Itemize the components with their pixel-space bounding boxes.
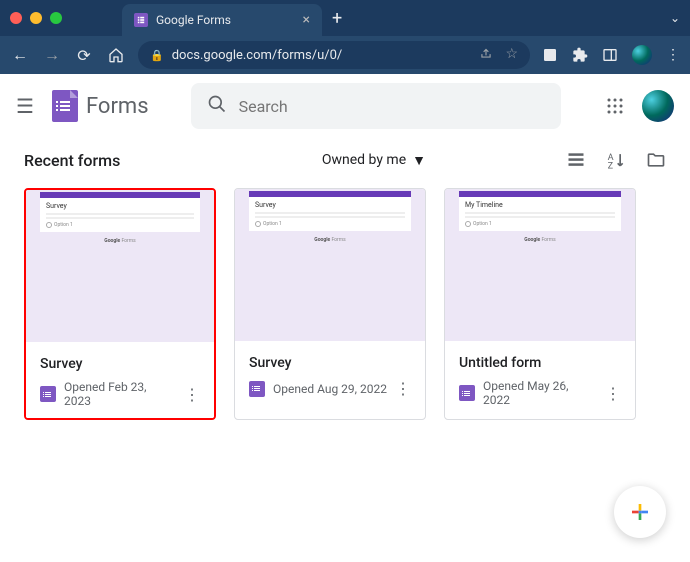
url-text: docs.google.com/forms/u/0/	[172, 48, 472, 63]
thumb-option: Option 1	[465, 221, 615, 227]
card-footer: Survey Opened Aug 29, 2022 ⋮	[235, 341, 425, 408]
window-controls	[10, 12, 62, 24]
section-header: Recent forms Owned by me ▼ AZ	[24, 150, 666, 170]
form-title: Untitled form	[459, 355, 621, 371]
search-box[interactable]	[191, 83, 561, 129]
thumb-title: Survey	[46, 202, 194, 210]
filter-label: Owned by me	[322, 152, 406, 168]
browser-menu-icon[interactable]: ⋮	[666, 47, 680, 63]
form-thumbnail: Survey Option 1 Google Forms	[26, 190, 214, 342]
new-tab-button[interactable]: +	[332, 8, 342, 29]
account-avatar[interactable]	[642, 90, 674, 122]
maximize-window-button[interactable]	[50, 12, 62, 24]
browser-toolbar: ← → ⟳ 🔒 docs.google.com/forms/u/0/ ☆ ⋮	[0, 36, 690, 74]
thumb-footer: Google Forms	[445, 237, 635, 243]
form-thumbnail: Survey Option 1 Google Forms	[235, 189, 425, 341]
view-controls: AZ	[566, 150, 666, 170]
form-card[interactable]: Survey Option 1 Google Forms Survey Open…	[24, 188, 216, 420]
forms-file-icon	[249, 381, 265, 397]
tab-title: Google Forms	[156, 13, 295, 27]
forward-button[interactable]: →	[42, 45, 62, 65]
close-window-button[interactable]	[10, 12, 22, 24]
google-apps-icon[interactable]	[606, 97, 624, 115]
extension-1-icon[interactable]	[542, 47, 558, 63]
card-footer: Untitled form Opened May 26, 2022 ⋮	[445, 341, 635, 417]
form-opened-date: Opened May 26, 2022	[483, 379, 597, 407]
content-area: Recent forms Owned by me ▼ AZ Survey Opt…	[0, 138, 690, 432]
card-footer: Survey Opened Feb 23, 2023 ⋮	[26, 342, 214, 418]
thumb-title: My Timeline	[465, 201, 615, 209]
main-menu-button[interactable]: ☰	[16, 94, 40, 118]
app-name: Forms	[86, 94, 149, 119]
bookmark-icon[interactable]: ☆	[505, 46, 518, 64]
address-bar[interactable]: 🔒 docs.google.com/forms/u/0/ ☆	[138, 41, 530, 69]
form-more-options-button[interactable]: ⋮	[395, 379, 411, 398]
browser-tab-strip: Google Forms × + ⌄	[0, 0, 690, 36]
form-title: Survey	[249, 355, 411, 371]
form-more-options-button[interactable]: ⋮	[605, 384, 621, 403]
thumb-option: Option 1	[255, 221, 405, 227]
browser-tab[interactable]: Google Forms ×	[122, 4, 322, 36]
app-header: ☰ Forms	[0, 74, 690, 138]
sort-button[interactable]: AZ	[606, 150, 626, 170]
form-more-options-button[interactable]: ⋮	[184, 385, 200, 404]
extensions-puzzle-icon[interactable]	[572, 47, 588, 63]
back-button[interactable]: ←	[10, 45, 30, 65]
form-title: Survey	[40, 356, 200, 372]
chevron-down-icon: ▼	[412, 152, 426, 169]
list-view-button[interactable]	[566, 150, 586, 170]
section-title: Recent forms	[24, 151, 120, 170]
forms-file-icon	[40, 386, 56, 402]
svg-text:Z: Z	[608, 161, 614, 170]
forms-file-icon	[459, 385, 475, 401]
tab-favicon-icon	[134, 13, 148, 27]
form-opened-date: Opened Feb 23, 2023	[64, 380, 176, 408]
search-input[interactable]	[239, 97, 545, 116]
folder-picker-button[interactable]	[646, 150, 666, 170]
search-icon	[207, 94, 227, 119]
form-card[interactable]: Survey Option 1 Google Forms Survey Open…	[234, 188, 426, 420]
close-tab-icon[interactable]: ×	[303, 12, 310, 28]
tabs-dropdown-icon[interactable]: ⌄	[670, 11, 680, 25]
form-card[interactable]: My Timeline Option 1 Google Forms Untitl…	[444, 188, 636, 420]
profile-avatar-small[interactable]	[632, 45, 652, 65]
ownership-filter-dropdown[interactable]: Owned by me ▼	[322, 152, 426, 169]
plus-icon	[628, 500, 652, 524]
forms-logo-icon	[52, 90, 78, 122]
reload-button[interactable]: ⟳	[74, 46, 94, 65]
form-opened-date: Opened Aug 29, 2022	[273, 382, 387, 396]
thumb-option: Option 1	[46, 222, 194, 228]
thumb-footer: Google Forms	[235, 237, 425, 243]
new-form-fab[interactable]	[614, 486, 666, 538]
home-button[interactable]	[106, 47, 126, 63]
app-logo[interactable]: Forms	[52, 90, 149, 122]
form-thumbnail: My Timeline Option 1 Google Forms	[445, 189, 635, 341]
share-icon[interactable]	[479, 46, 493, 64]
minimize-window-button[interactable]	[30, 12, 42, 24]
form-cards-grid: Survey Option 1 Google Forms Survey Open…	[24, 188, 666, 420]
extension-icons: ⋮	[542, 45, 680, 65]
lock-icon: 🔒	[150, 49, 164, 62]
panel-icon[interactable]	[602, 47, 618, 63]
thumb-title: Survey	[255, 201, 405, 209]
thumb-footer: Google Forms	[26, 238, 214, 244]
